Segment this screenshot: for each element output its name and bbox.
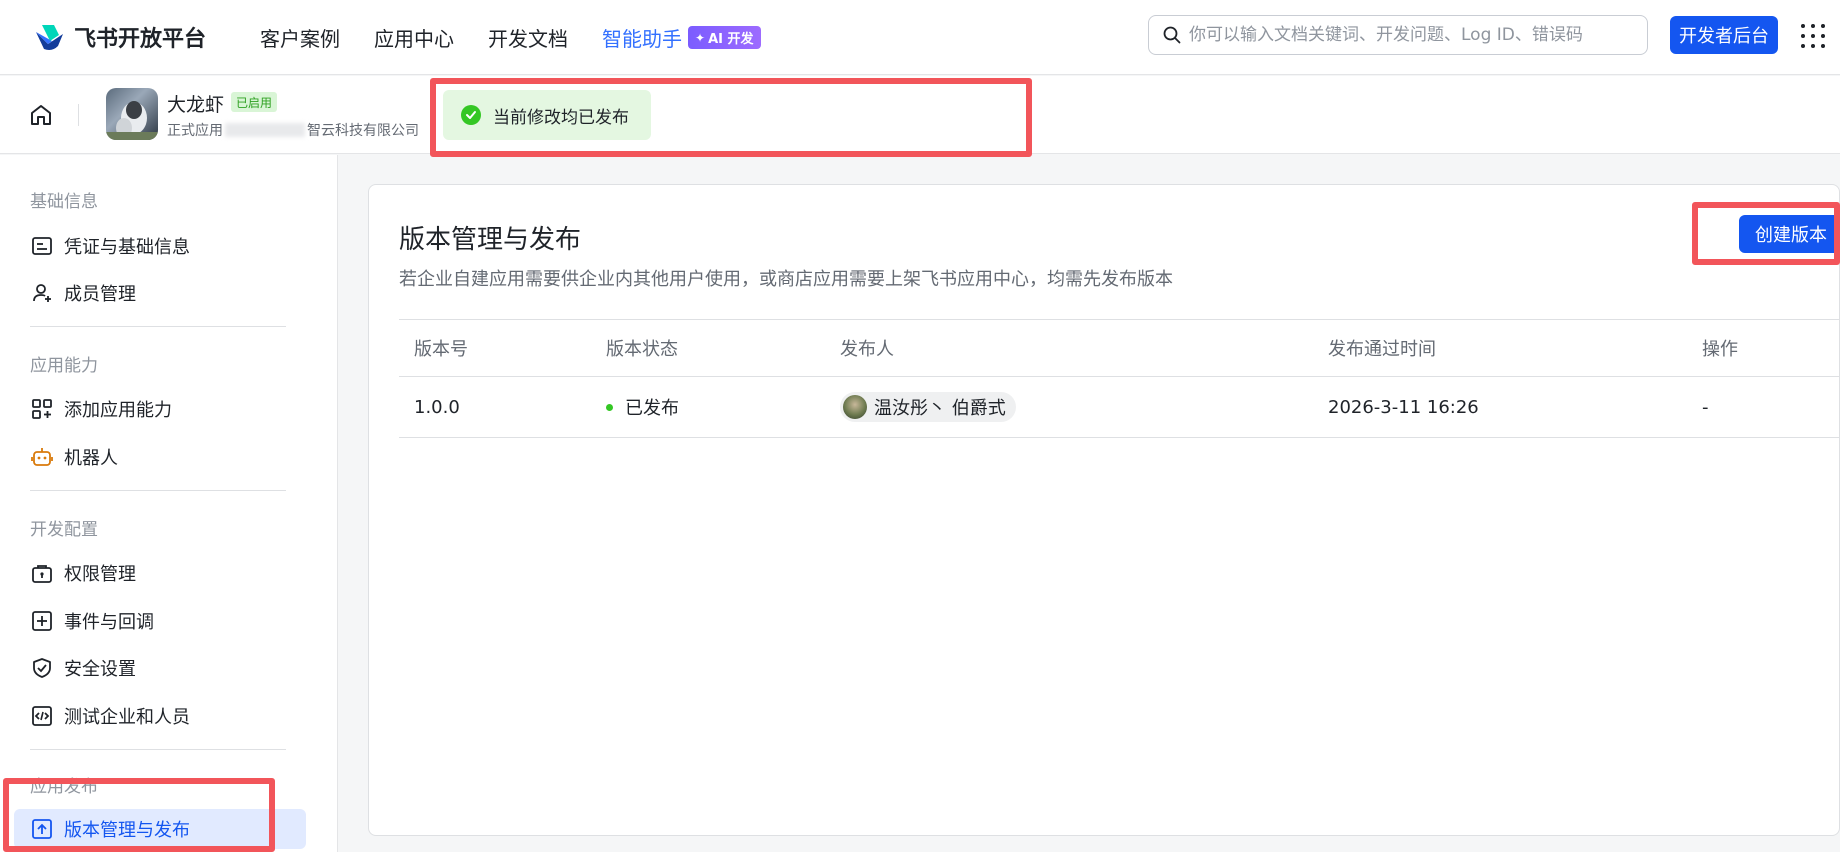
search-box[interactable] [1148, 15, 1648, 55]
sidebar-item-robot[interactable]: 机器人 [30, 437, 310, 477]
divider [30, 749, 286, 750]
nav-dev-docs[interactable]: 开发文档 [488, 23, 568, 52]
top-navigation: 飞书开放平台 客户案例 应用中心 开发文档 智能助手 ✦AI 开发 开发者后台 [0, 0, 1840, 75]
home-icon[interactable] [28, 102, 54, 128]
section-title-basic: 基础信息 [30, 192, 98, 212]
search-input[interactable] [1189, 25, 1629, 45]
main-nav: 客户案例 应用中心 开发文档 智能助手 ✦ AI 开发 [260, 0, 761, 75]
table-header: 版本号 版本状态 发布人 发布通过时间 操作 [399, 319, 1840, 377]
highlight-sidebar-item [3, 778, 275, 852]
app-subtitle: 正式应用 智云科技有限公司 [167, 120, 419, 140]
sidebar-item-label: 安全设置 [64, 659, 136, 680]
page-description: 若企业自建应用需要供企业内其他用户使用，或商店应用需要上架飞书应用中心，均需先发… [399, 269, 1173, 290]
developer-console-button[interactable]: 开发者后台 [1670, 16, 1778, 54]
sidebar-item-test-enterprise[interactable]: 测试企业和人员 [30, 696, 310, 736]
status-label: 已发布 [625, 398, 679, 419]
code-icon [30, 704, 54, 728]
shield-icon [30, 656, 54, 680]
user-chip[interactable]: 温汝彤丶 伯爵式 [840, 392, 1016, 422]
column-header-publisher: 发布人 [840, 339, 894, 360]
version-status: 已发布 [606, 377, 679, 437]
company-name: 智云科技有限公司 [307, 123, 419, 139]
credential-icon [30, 234, 54, 258]
sidebar-item-permissions[interactable]: 权限管理 [30, 553, 310, 593]
avatar [843, 395, 867, 419]
column-header-time: 发布通过时间 [1328, 339, 1436, 360]
divider [30, 490, 286, 491]
sidebar-item-add-capability[interactable]: 添加应用能力 [30, 389, 310, 429]
search-icon [1163, 26, 1181, 44]
sparkle-icon: ✦ [695, 30, 706, 45]
divider [30, 326, 286, 327]
sidebar-item-label: 凭证与基础信息 [64, 237, 190, 258]
sidebar-item-events[interactable]: 事件与回调 [30, 601, 310, 641]
column-header-version: 版本号 [414, 339, 468, 360]
sidebar-item-label: 测试企业和人员 [64, 707, 190, 728]
ai-badge-label: AI 开发 [708, 32, 754, 47]
logo[interactable]: 飞书开放平台 [32, 21, 206, 53]
row-action: - [1702, 396, 1709, 418]
section-title-dev-config: 开发配置 [30, 520, 98, 540]
divider [78, 104, 79, 126]
logo-text: 飞书开放平台 [74, 27, 207, 52]
publisher: 温汝彤丶 伯爵式 [840, 377, 1016, 437]
status-badge: 已启用 [231, 92, 278, 112]
publisher-name: 温汝彤丶 伯爵式 [874, 398, 1006, 419]
column-header-action: 操作 [1702, 339, 1738, 360]
robot-icon [30, 445, 54, 469]
table-row: 1.0.0 已发布 温汝彤丶 伯爵式 2026-3-11 16:26 - [399, 377, 1840, 438]
sidebar-item-label: 机器人 [64, 448, 118, 469]
column-header-status: 版本状态 [606, 339, 678, 360]
app-launcher-icon[interactable] [1801, 24, 1825, 48]
page-title: 版本管理与发布 [399, 225, 582, 255]
nav-customer-cases[interactable]: 客户案例 [260, 23, 340, 52]
section-title-capabilities: 应用能力 [30, 356, 98, 376]
sidebar-item-label: 权限管理 [64, 564, 136, 585]
highlight-create-button [1692, 202, 1840, 265]
nav-ai-assistant[interactable]: 智能助手 [602, 23, 682, 52]
publish-time: 2026-3-11 16:26 [1328, 396, 1479, 418]
highlight-toast [430, 78, 1032, 157]
version-table: 版本号 版本状态 发布人 发布通过时间 操作 1.0.0 已发布 温汝彤丶 伯爵… [399, 319, 1840, 438]
app-name: 大龙虾 [167, 94, 225, 116]
event-icon [30, 609, 54, 633]
sidebar-item-members[interactable]: 成员管理 [30, 273, 310, 313]
permission-icon [30, 561, 54, 585]
apps-grid-icon [30, 397, 54, 421]
sidebar-item-label: 添加应用能力 [64, 400, 172, 421]
add-member-icon [30, 281, 54, 305]
ai-dev-badge[interactable]: ✦ AI 开发 [688, 26, 761, 49]
app-avatar [106, 88, 158, 140]
app-type: 正式应用 [167, 123, 223, 139]
sidebar-item-label: 事件与回调 [64, 612, 154, 633]
redacted-text [225, 123, 305, 137]
feishu-logo-icon [36, 25, 63, 50]
sidebar-item-credentials[interactable]: 凭证与基础信息 [30, 226, 310, 266]
sidebar-item-security[interactable]: 安全设置 [30, 648, 310, 688]
version-management-card: 版本管理与发布 若企业自建应用需要供企业内其他用户使用，或商店应用需要上架飞书应… [368, 184, 1840, 836]
nav-app-center[interactable]: 应用中心 [374, 23, 454, 52]
sidebar-item-label: 成员管理 [64, 284, 136, 305]
status-dot-icon [606, 403, 613, 411]
version-number: 1.0.0 [414, 396, 460, 418]
sidebar: 基础信息 凭证与基础信息 成员管理 应用能力 添加应用能力 机器人 开发配置 权… [0, 155, 338, 852]
